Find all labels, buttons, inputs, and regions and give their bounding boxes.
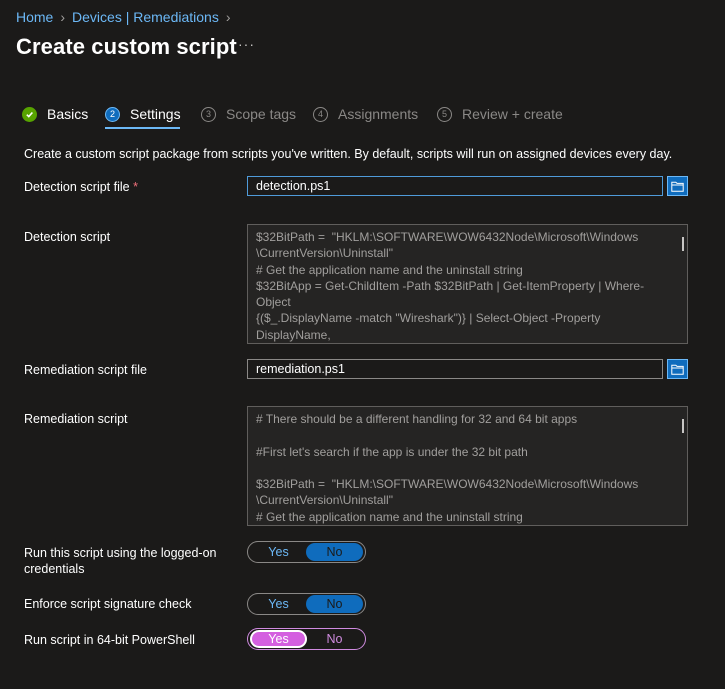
step-scope-tags[interactable]: 3 Scope tags bbox=[201, 106, 296, 122]
intro-text: Create a custom script package from scri… bbox=[24, 147, 673, 161]
folder-icon bbox=[671, 364, 684, 375]
toggle-no-option[interactable]: No bbox=[306, 630, 363, 648]
logged-on-credentials-toggle[interactable]: Yes No bbox=[247, 541, 366, 563]
step-number: 4 bbox=[313, 106, 328, 122]
remediation-file-input[interactable]: remediation.ps1 bbox=[247, 359, 663, 379]
step-settings[interactable]: 2 Settings bbox=[105, 106, 181, 122]
step-basics[interactable]: Basics bbox=[22, 106, 88, 122]
step-label: Review + create bbox=[462, 106, 563, 122]
detection-file-input[interactable]: detection.ps1 bbox=[247, 176, 663, 196]
breadcrumb-remediations-link[interactable]: Devices | Remediations bbox=[72, 9, 219, 25]
step-number: 3 bbox=[201, 106, 216, 122]
browse-folder-button[interactable] bbox=[667, 359, 688, 379]
toggle-yes-option[interactable]: Yes bbox=[250, 595, 307, 613]
folder-icon bbox=[671, 181, 684, 192]
detection-file-label-text: Detection script file bbox=[24, 180, 130, 194]
step-review-create[interactable]: 5 Review + create bbox=[437, 106, 563, 122]
active-step-indicator bbox=[105, 127, 180, 129]
detection-script-label: Detection script bbox=[24, 230, 111, 244]
signature-check-label: Enforce script signature check bbox=[24, 597, 192, 611]
scrollbar-thumb[interactable] bbox=[682, 237, 684, 251]
64bit-powershell-label: Run script in 64-bit PowerShell bbox=[24, 633, 195, 647]
checkmark-icon bbox=[22, 106, 37, 122]
toggle-yes-option[interactable]: Yes bbox=[250, 543, 307, 561]
step-assignments[interactable]: 4 Assignments bbox=[313, 106, 418, 122]
breadcrumb-home-link[interactable]: Home bbox=[16, 9, 53, 25]
remediation-file-label: Remediation script file bbox=[24, 363, 147, 377]
page-title: Create custom script bbox=[16, 34, 237, 59]
step-label: Settings bbox=[130, 106, 181, 122]
64bit-powershell-toggle[interactable]: Yes No bbox=[247, 628, 366, 650]
toggle-yes-option[interactable]: Yes bbox=[250, 630, 307, 648]
step-label: Scope tags bbox=[226, 106, 297, 122]
step-label: Assignments bbox=[338, 106, 419, 122]
logged-on-credentials-label: Run this script using the logged-on cred… bbox=[24, 546, 217, 576]
step-number: 2 bbox=[105, 106, 120, 122]
remediation-script-textarea[interactable]: # There should be a different handling f… bbox=[247, 406, 688, 526]
step-number: 5 bbox=[437, 106, 452, 122]
breadcrumb: Home › Devices | Remediations › bbox=[16, 9, 238, 25]
remediation-script-label: Remediation script bbox=[24, 412, 128, 426]
more-options-button[interactable]: ··· bbox=[238, 36, 255, 52]
toggle-no-option[interactable]: No bbox=[306, 543, 363, 561]
scrollbar-thumb[interactable] bbox=[682, 419, 684, 433]
required-marker: * bbox=[133, 180, 138, 194]
signature-check-toggle[interactable]: Yes No bbox=[247, 593, 366, 615]
chevron-right-icon: › bbox=[225, 9, 231, 25]
chevron-right-icon: › bbox=[60, 9, 66, 25]
browse-folder-button[interactable] bbox=[667, 176, 688, 196]
toggle-no-option[interactable]: No bbox=[306, 595, 363, 613]
step-label: Basics bbox=[47, 106, 89, 122]
detection-file-label: Detection script file * bbox=[24, 179, 138, 195]
detection-script-textarea[interactable]: $32BitPath = "HKLM:\SOFTWARE\WOW6432Node… bbox=[247, 224, 688, 344]
